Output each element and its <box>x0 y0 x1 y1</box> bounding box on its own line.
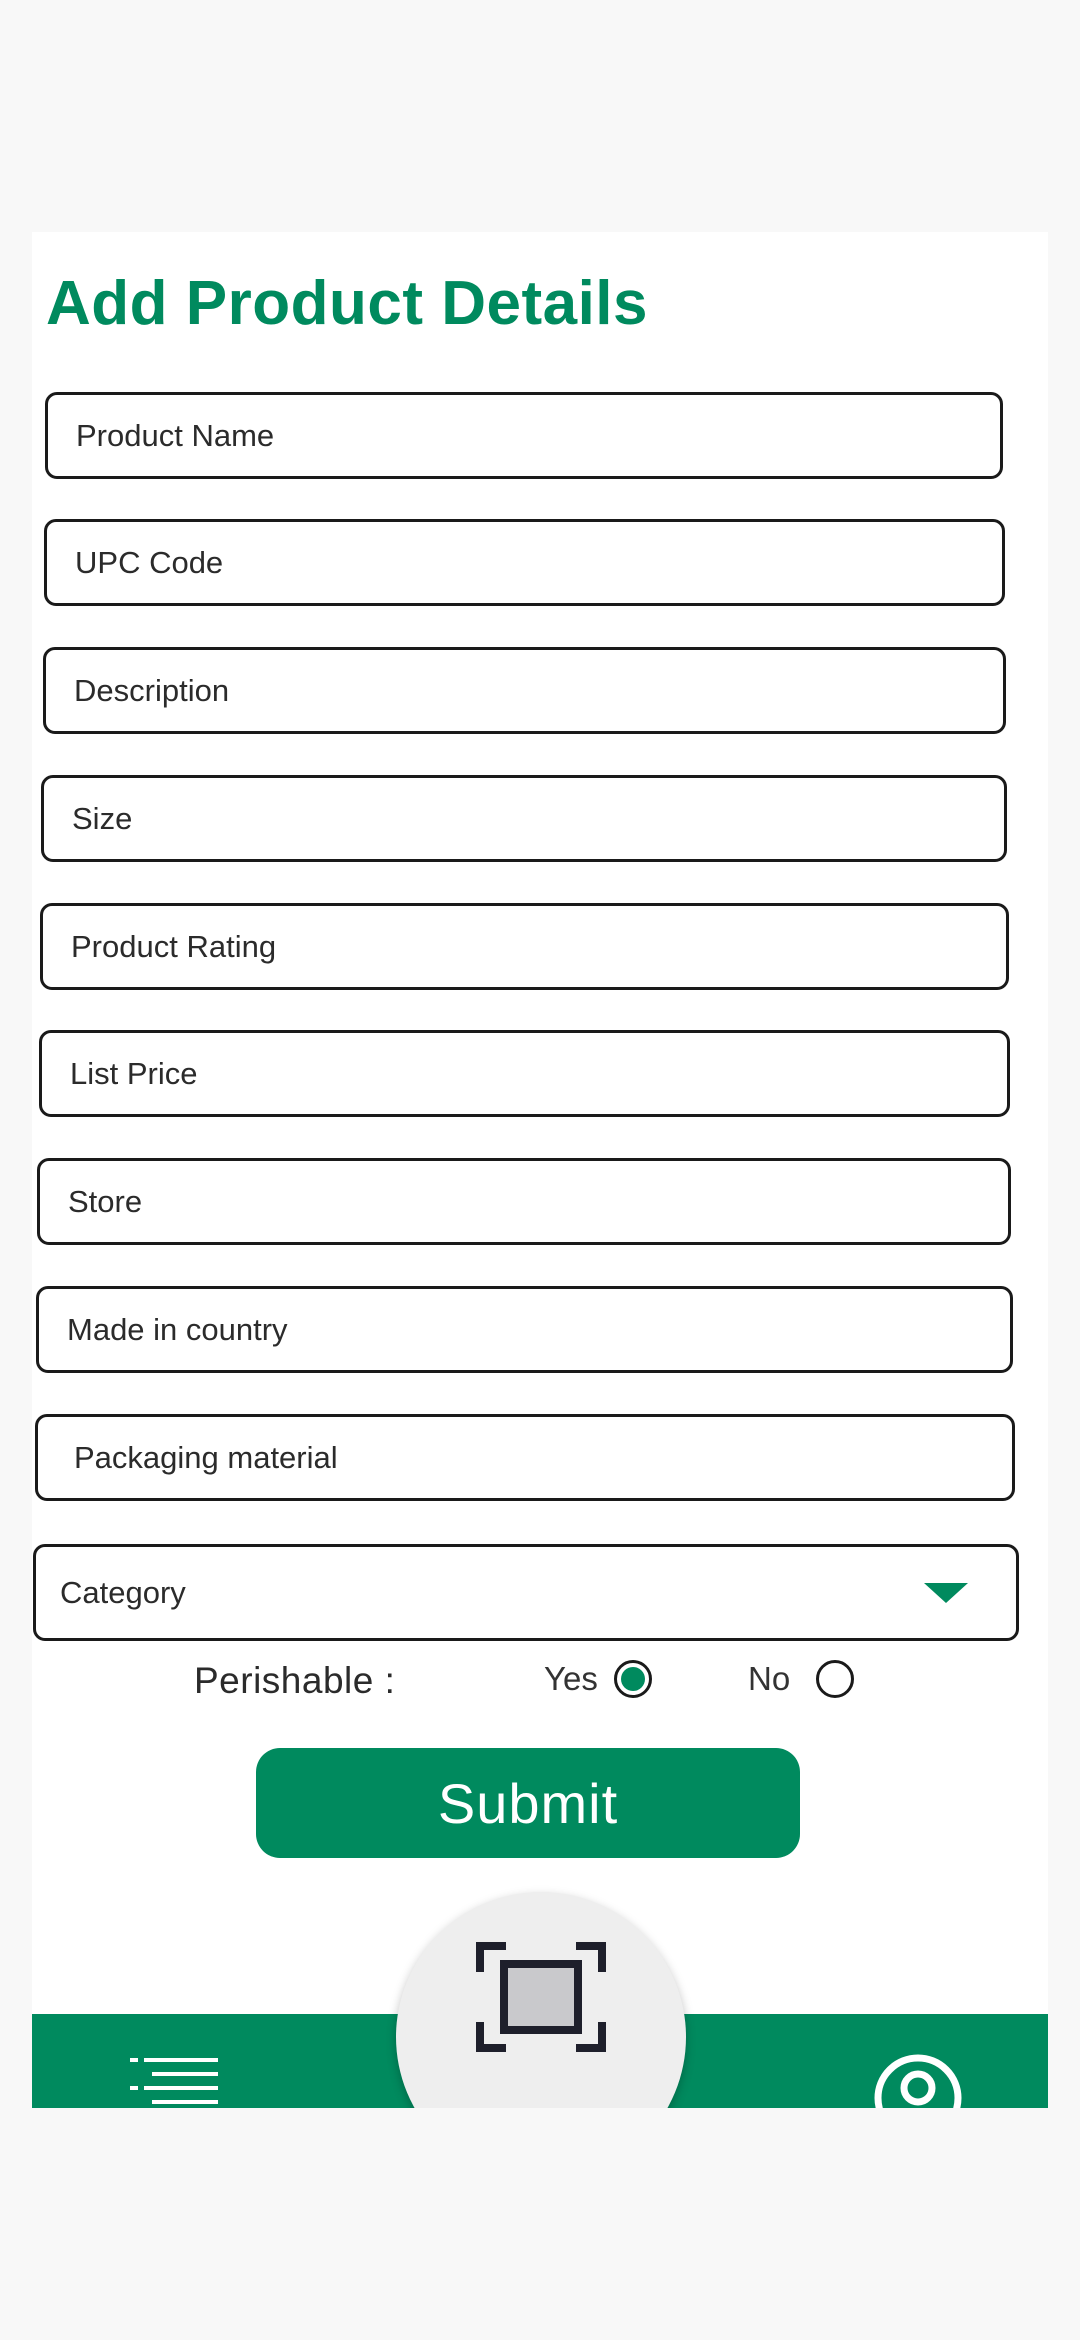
made-in-country-input[interactable] <box>67 1289 1010 1370</box>
category-select-value: Category <box>60 1574 186 1610</box>
product-form-card: Add Product Details Category Perishable … <box>32 232 1048 2108</box>
description-field[interactable] <box>43 647 1006 734</box>
list-price-field[interactable] <box>39 1030 1010 1117</box>
category-select[interactable]: Category <box>33 1544 1019 1641</box>
list-price-input[interactable] <box>70 1033 1007 1114</box>
caret-down-icon <box>924 1582 968 1603</box>
description-input[interactable] <box>74 650 1003 731</box>
upc-code-field[interactable] <box>44 519 1005 606</box>
product-name-input[interactable] <box>76 395 1000 476</box>
perishable-no-option[interactable]: No <box>748 1660 855 1698</box>
profile-icon[interactable] <box>870 2050 966 2108</box>
submit-button[interactable]: Submit <box>256 1748 800 1858</box>
perishable-yes-label: Yes <box>544 1660 598 1697</box>
scan-button[interactable] <box>396 1892 686 2108</box>
made-in-country-field[interactable] <box>36 1286 1013 1373</box>
radio-selected-dot <box>620 1667 645 1691</box>
product-name-field[interactable] <box>45 392 1003 479</box>
perishable-row: Perishable : Yes No <box>32 1652 1048 1712</box>
upc-code-input[interactable] <box>75 522 1002 603</box>
packaging-material-input[interactable] <box>74 1417 1012 1498</box>
packaging-material-field[interactable] <box>35 1414 1015 1501</box>
size-input[interactable] <box>72 778 1004 859</box>
perishable-no-label: No <box>748 1660 791 1697</box>
perishable-yes-option[interactable]: Yes <box>544 1660 652 1698</box>
menu-list-icon[interactable] <box>130 2056 220 2108</box>
product-rating-input[interactable] <box>71 906 1006 987</box>
store-field[interactable] <box>37 1158 1011 1245</box>
perishable-no-radio[interactable] <box>816 1660 855 1698</box>
scan-icon <box>476 1942 606 2052</box>
perishable-label: Perishable : <box>194 1660 396 1701</box>
store-input[interactable] <box>68 1161 1008 1242</box>
size-field[interactable] <box>41 775 1007 862</box>
perishable-yes-radio[interactable] <box>613 1660 652 1698</box>
product-rating-field[interactable] <box>40 903 1009 990</box>
page-title: Add Product Details <box>46 269 649 338</box>
